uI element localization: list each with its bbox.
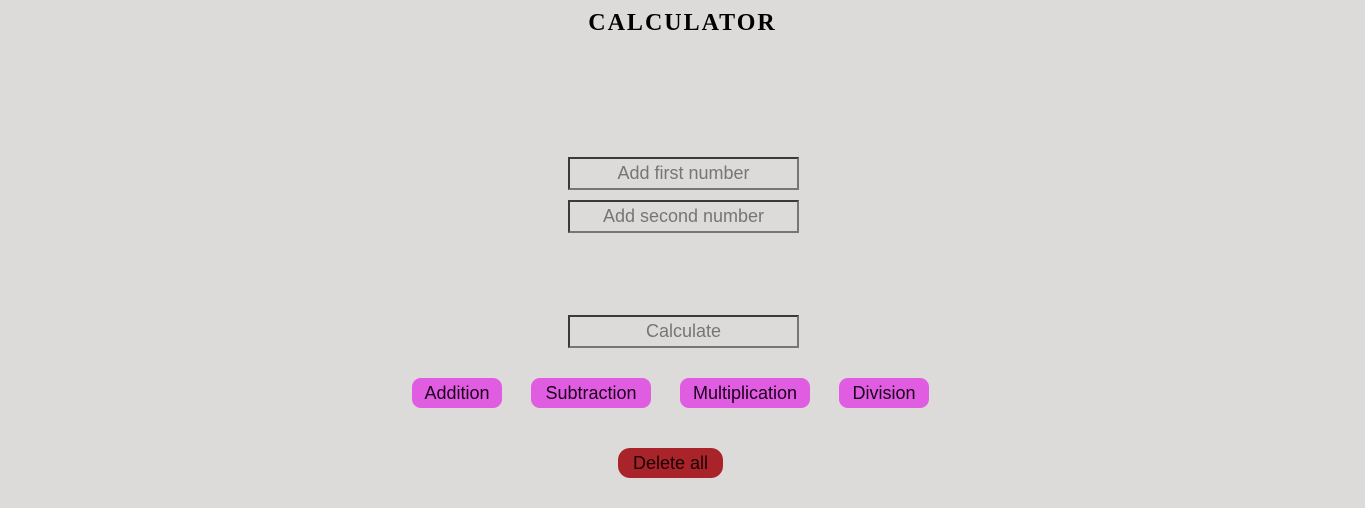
calculator-page: CALCULATOR Addition Subtraction Multipli… (0, 0, 1365, 508)
second-number-input[interactable] (568, 200, 799, 233)
subtraction-button[interactable]: Subtraction (531, 378, 651, 408)
result-field[interactable] (568, 315, 799, 348)
multiplication-button[interactable]: Multiplication (680, 378, 810, 408)
addition-button[interactable]: Addition (412, 378, 502, 408)
page-title: CALCULATOR (588, 10, 777, 36)
delete-all-button[interactable]: Delete all (618, 448, 723, 478)
first-number-input[interactable] (568, 157, 799, 190)
division-button[interactable]: Division (839, 378, 929, 408)
